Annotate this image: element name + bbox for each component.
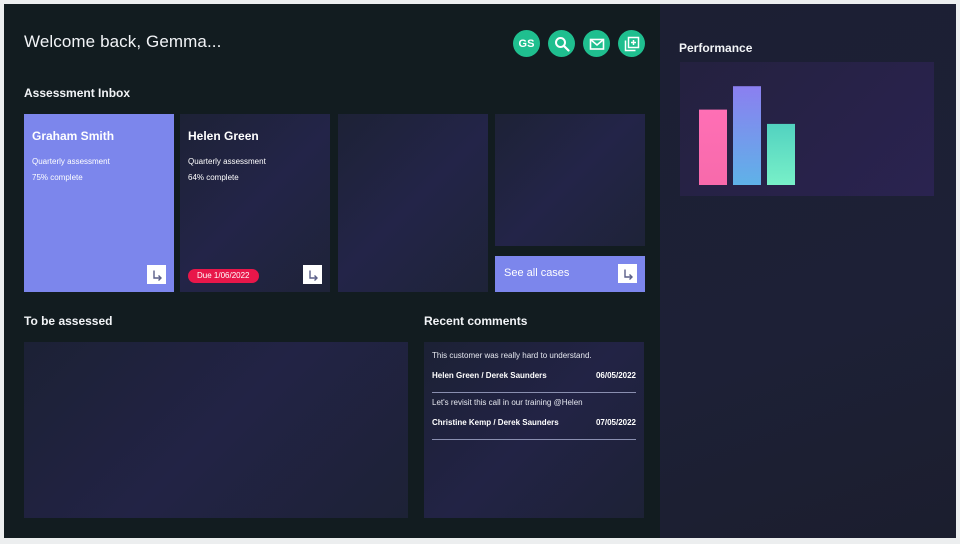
- performance-chart-panel: [680, 62, 934, 196]
- avatar[interactable]: GS: [513, 30, 540, 57]
- divider: [432, 392, 636, 393]
- card-type: Quarterly assessment: [188, 157, 266, 166]
- performance-bar: [767, 123, 795, 185]
- card-progress: 64% complete: [188, 173, 239, 182]
- see-all-label: See all cases: [504, 267, 570, 279]
- card-name: Graham Smith: [32, 129, 115, 143]
- see-all-cases-button[interactable]: See all cases: [495, 256, 645, 292]
- performance-bar: [733, 86, 761, 185]
- comment-item[interactable]: Let's revisit this call in our training …: [432, 398, 636, 440]
- arrow-return-icon: [623, 269, 633, 280]
- arrow-return-icon: [308, 270, 318, 281]
- performance-bar: [699, 109, 727, 185]
- toolbar: GS: [513, 30, 645, 57]
- performance-title: Performance: [679, 41, 753, 55]
- comment-date: 06/05/2022: [595, 371, 636, 380]
- performance-chart: [699, 86, 795, 185]
- assessment-card-helen-green[interactable]: Helen Green Quarterly assessment 64% com…: [180, 114, 330, 292]
- open-card-button[interactable]: [303, 265, 322, 284]
- comment-meta: Christine Kemp / Derek Saunders 07/05/20…: [432, 418, 636, 427]
- add-document-button[interactable]: [618, 30, 645, 57]
- card-type: Quarterly assessment: [32, 157, 110, 166]
- comment-text: This customer was really hard to underst…: [432, 351, 592, 360]
- assessment-card-graham-smith[interactable]: Graham Smith Quarterly assessment 75% co…: [24, 114, 174, 292]
- due-badge: Due 1/06/2022: [188, 269, 259, 283]
- divider: [432, 439, 636, 440]
- comment-people: Christine Kemp / Derek Saunders: [432, 418, 559, 427]
- assessment-inbox-title: Assessment Inbox: [24, 86, 131, 100]
- to-be-assessed-title: To be assessed: [24, 314, 113, 328]
- search-button[interactable]: [548, 30, 575, 57]
- arrow-return-icon: [152, 270, 162, 281]
- empty-card-slot: [338, 114, 488, 292]
- comment-date: 07/05/2022: [595, 418, 636, 427]
- card-name: Helen Green: [188, 129, 259, 143]
- app-frame: Welcome back, Gemma... GS Assessment Inb…: [4, 4, 956, 538]
- see-all-arrow-button[interactable]: [618, 264, 637, 283]
- search-icon: [554, 36, 570, 52]
- comment-people: Helen Green / Derek Saunders: [432, 371, 547, 380]
- open-card-button[interactable]: [147, 265, 166, 284]
- add-document-icon: [624, 36, 639, 51]
- comment-item[interactable]: This customer was really hard to underst…: [432, 351, 636, 393]
- mail-icon: [589, 38, 604, 50]
- mail-button[interactable]: [583, 30, 610, 57]
- welcome-heading: Welcome back, Gemma...: [24, 32, 222, 51]
- main-area: Welcome back, Gemma... GS Assessment Inb…: [4, 4, 660, 538]
- card-progress: 75% complete: [32, 173, 83, 182]
- comment-meta: Helen Green / Derek Saunders 06/05/2022: [432, 371, 636, 380]
- recent-comments-panel: This customer was really hard to underst…: [424, 342, 644, 518]
- recent-comments-title: Recent comments: [424, 314, 528, 328]
- to-be-assessed-panel: [24, 342, 408, 518]
- empty-card-slot: [495, 114, 645, 246]
- comment-text: Let's revisit this call in our training …: [432, 398, 583, 407]
